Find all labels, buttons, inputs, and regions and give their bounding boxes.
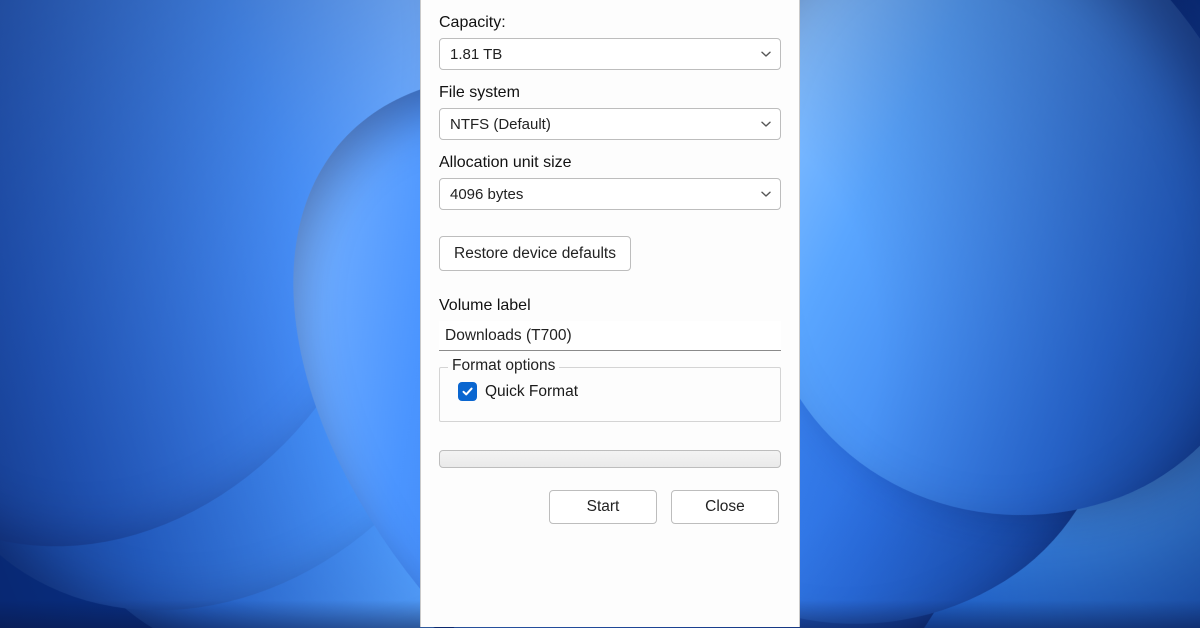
allocation-label: Allocation unit size xyxy=(439,154,781,172)
capacity-value: 1.81 TB xyxy=(450,46,502,63)
filesystem-value: NTFS (Default) xyxy=(450,116,551,133)
volume-label-input[interactable] xyxy=(439,321,781,351)
filesystem-dropdown[interactable]: NTFS (Default) xyxy=(439,108,781,140)
quick-format-checkbox[interactable] xyxy=(458,382,477,401)
capacity-dropdown[interactable]: 1.81 TB xyxy=(439,38,781,70)
chevron-down-icon xyxy=(760,48,772,60)
chevron-down-icon xyxy=(760,118,772,130)
format-dialog: Capacity: 1.81 TB File system NTFS (Defa… xyxy=(420,0,800,627)
allocation-dropdown[interactable]: 4096 bytes xyxy=(439,178,781,210)
allocation-value: 4096 bytes xyxy=(450,186,523,203)
restore-defaults-button[interactable]: Restore device defaults xyxy=(439,236,631,271)
volume-label-label: Volume label xyxy=(439,297,781,315)
chevron-down-icon xyxy=(760,188,772,200)
start-button[interactable]: Start xyxy=(549,490,657,524)
quick-format-label: Quick Format xyxy=(485,383,578,401)
filesystem-label: File system xyxy=(439,84,781,102)
close-button[interactable]: Close xyxy=(671,490,779,524)
format-options-group: Format options Quick Format xyxy=(439,367,781,422)
capacity-label: Capacity: xyxy=(439,14,781,32)
format-options-legend: Format options xyxy=(448,357,559,375)
format-progress-bar xyxy=(439,450,781,468)
